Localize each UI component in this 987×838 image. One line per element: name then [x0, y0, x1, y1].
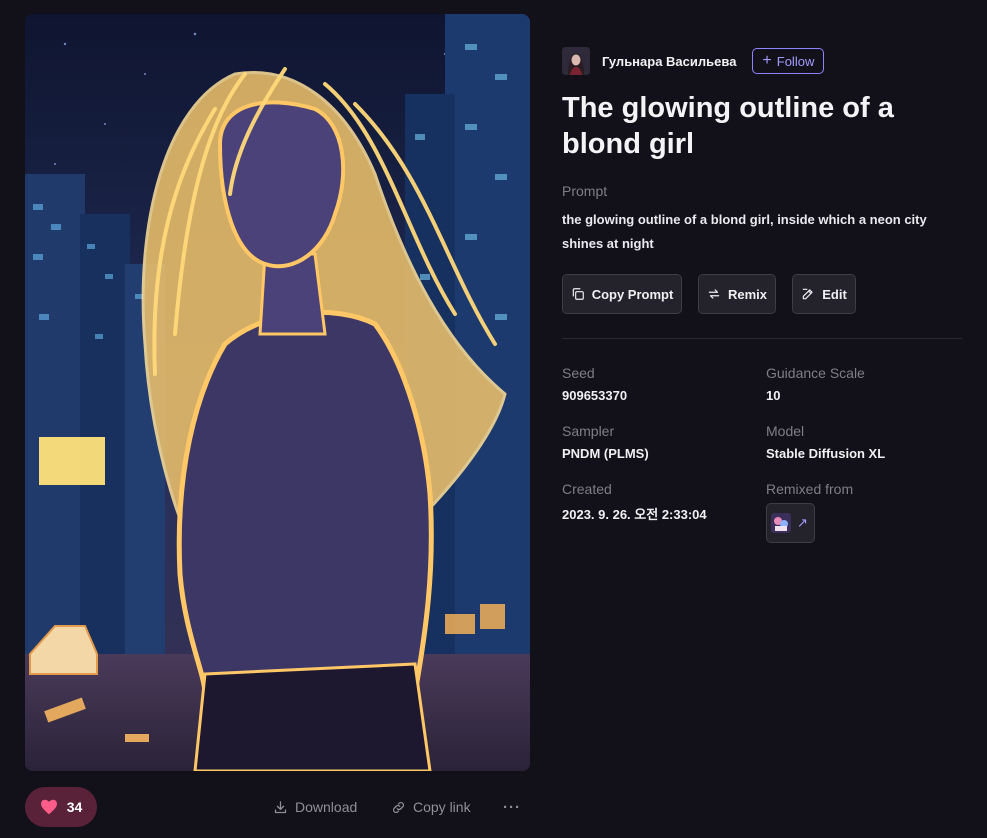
seed-value: 909653370: [562, 388, 628, 403]
artwork-image[interactable]: [25, 14, 530, 771]
author-name[interactable]: Гульнара Васильева: [602, 54, 736, 69]
author-avatar[interactable]: [562, 47, 590, 75]
copy-link-label: Copy link: [413, 799, 471, 815]
like-button[interactable]: 34: [25, 787, 97, 827]
edit-button[interactable]: Edit: [792, 274, 856, 314]
prompt-text: the glowing outline of a blond girl, ins…: [562, 212, 927, 251]
artwork-detail-page: 34 Download Copy link ··· Гульнара Васил…: [0, 0, 987, 838]
copy-icon: [572, 288, 584, 300]
seed-label: Seed: [562, 365, 595, 381]
remix-label: Remix: [727, 286, 768, 302]
plus-icon: +: [762, 52, 772, 69]
follow-button[interactable]: + Follow: [752, 48, 825, 74]
sampler-label: Sampler: [562, 423, 615, 439]
remixed-from-link[interactable]: ↗: [766, 503, 815, 543]
edit-label: Edit: [822, 286, 847, 302]
remixed-from-label: Remixed from: [766, 481, 854, 497]
author-row: Гульнара Васильева + Follow: [562, 46, 825, 76]
copy-prompt-button[interactable]: Copy Prompt: [562, 274, 682, 314]
link-icon: [393, 801, 404, 813]
created-label: Created: [562, 481, 612, 497]
follow-label: Follow: [776, 53, 815, 69]
edit-icon: [802, 288, 813, 300]
heart-icon: [40, 799, 57, 815]
model-label: Model: [766, 423, 805, 439]
more-options-button[interactable]: ···: [503, 797, 521, 817]
divider: [562, 338, 962, 339]
download-icon: [274, 800, 287, 813]
like-count: 34: [66, 799, 83, 815]
artwork-title: The glowing outline of a blond girl: [562, 92, 894, 160]
sampler-value: PNDM (PLMS): [562, 446, 649, 461]
copy-prompt-label: Copy Prompt: [591, 286, 674, 302]
remix-icon: [708, 289, 720, 299]
more-icon: ···: [503, 798, 521, 816]
created-value: 2023. 9. 26. 오전 2:33:04: [562, 507, 707, 522]
arrow-up-right-icon: ↗: [797, 515, 808, 530]
prompt-label: Prompt: [562, 183, 608, 199]
download-label: Download: [295, 799, 358, 815]
download-button[interactable]: Download: [273, 797, 357, 817]
remix-button[interactable]: Remix: [698, 274, 776, 314]
guidance-scale-label: Guidance Scale: [766, 365, 865, 381]
guidance-scale-value: 10: [766, 388, 781, 403]
copy-link-button[interactable]: Copy link: [391, 797, 471, 817]
remix-source-thumbnail: [771, 513, 791, 533]
model-value: Stable Diffusion XL: [766, 446, 886, 461]
